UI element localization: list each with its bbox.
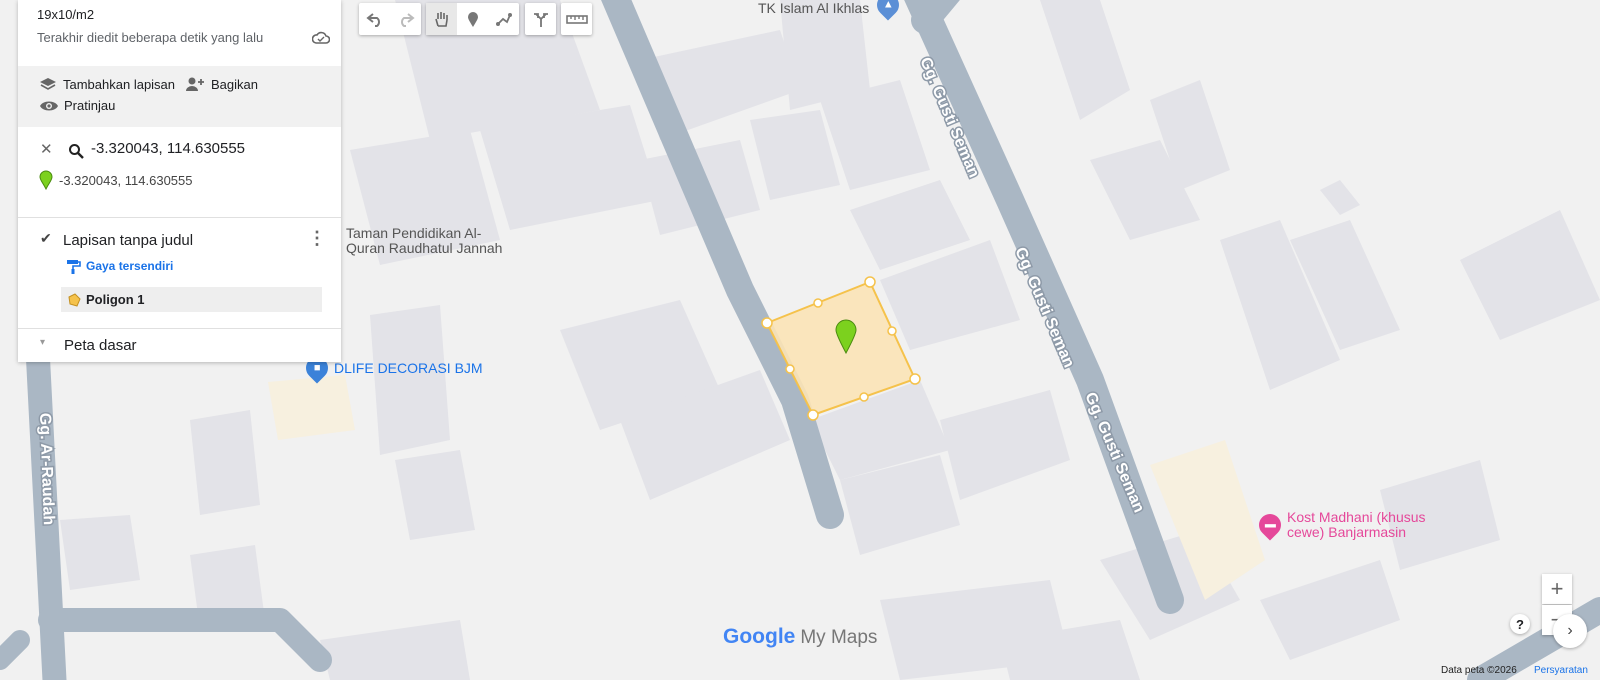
google-my-maps-logo: Google My Maps [723, 625, 877, 649]
redo-button[interactable] [390, 3, 421, 35]
measure-button[interactable] [561, 3, 592, 35]
search-section: ✕ -3.320043, 114.630555 -3.320043, 114.6… [18, 127, 341, 218]
route-icon [533, 13, 548, 27]
draw-line-button[interactable] [488, 3, 519, 35]
layer-title[interactable]: Lapisan tanpa judul [63, 232, 193, 249]
undo-button[interactable] [359, 3, 390, 35]
eye-icon [40, 101, 58, 110]
map-data-attribution: Data peta ©2026 [1441, 665, 1517, 676]
help-icon: ? [1516, 616, 1524, 632]
map-editor-panel: 19x10/m2 Terakhir diedit beberapa detik … [18, 0, 341, 362]
cloud-icon [312, 31, 330, 44]
close-icon: ✕ [40, 141, 53, 158]
close-search-button[interactable]: ✕ [40, 140, 53, 158]
measure-toolbar [561, 3, 592, 35]
redo-icon [400, 13, 415, 27]
history-toolbar [359, 3, 421, 35]
search-input[interactable]: -3.320043, 114.630555 [91, 140, 245, 157]
share-label: Bagikan [211, 76, 258, 92]
expand-icon: › [1567, 622, 1573, 639]
poi-label: Taman Pendidikan Al- [346, 225, 482, 241]
layer-item-polygon[interactable]: Poligon 1 [61, 287, 322, 312]
preview-button[interactable]: Pratinjau [39, 98, 115, 113]
search-icon [69, 144, 84, 159]
undo-icon [365, 13, 380, 27]
paint-roller-icon [67, 260, 81, 274]
chevron-down-icon: ▾ [40, 337, 46, 348]
map-header: 19x10/m2 Terakhir diedit beberapa detik … [18, 0, 341, 66]
layer-section: ✔ Lapisan tanpa judul ⋮ Gaya tersendiri … [18, 218, 341, 329]
add-layer-label: Tambahkan lapisan [63, 76, 176, 92]
poi-label: cewe) Banjarmasin [1287, 524, 1407, 540]
layer-style-label: Gaya tersendiri [86, 259, 174, 273]
map-actions: Tambahkan lapisan Bagikan Pratinjau [18, 66, 341, 127]
add-layer-button[interactable]: Tambahkan lapisan [39, 76, 175, 92]
poi-label: TK Islam Al Ikhlas [758, 0, 870, 16]
hand-icon [434, 12, 448, 27]
layer-item-label: Poligon 1 [86, 292, 145, 307]
line-icon [495, 13, 512, 26]
layer-style-button[interactable]: Gaya tersendiri [66, 258, 173, 274]
base-map-label: Peta dasar [64, 337, 137, 354]
checkbox-checked-icon: ✔ [40, 230, 52, 246]
preview-label: Pratinjau [64, 98, 116, 113]
lodging-icon: ▬ [1254, 509, 1286, 541]
layers-icon [40, 78, 56, 90]
share-button[interactable]: Bagikan [185, 76, 258, 92]
poi-kost-madhani[interactable]: ▬ Kost Madhani (khusus cewe) Banjarmasin [1254, 509, 1426, 541]
search-result-item[interactable]: -3.320043, 114.630555 [39, 170, 193, 190]
poi-label: Quran Raudhatul Jannah [346, 240, 503, 256]
poi-tk-islam[interactable]: TK Islam Al Ikhlas ▲ [758, 0, 904, 21]
select-tool-button[interactable] [426, 3, 457, 35]
base-map-section[interactable]: ▾ Peta dasar [18, 329, 341, 362]
search-result-label: -3.320043, 114.630555 [59, 172, 193, 188]
tools-toolbar [426, 3, 519, 35]
add-marker-button[interactable] [457, 3, 488, 35]
directions-toolbar [525, 3, 556, 35]
map-title[interactable]: 19x10/m2 [37, 7, 94, 22]
poi-taman-pendidikan[interactable]: Taman Pendidikan Al- Quran Raudhatul Jan… [323, 225, 503, 256]
google-wordmark: Google [723, 625, 796, 648]
layer-checkbox[interactable]: ✔ [40, 230, 52, 247]
poi-label: Kost Madhani (khusus [1287, 509, 1426, 525]
help-button[interactable]: ? [1510, 614, 1530, 634]
plus-icon: + [1550, 576, 1564, 601]
ruler-icon [565, 15, 588, 24]
add-directions-button[interactable] [525, 3, 556, 35]
expand-button[interactable]: › [1553, 614, 1587, 648]
layer-options-button[interactable]: ⋮ [308, 228, 326, 249]
marker-icon [39, 170, 53, 190]
terms-link[interactable]: Persyaratan [1534, 665, 1588, 676]
marker-icon [467, 12, 478, 27]
mymaps-wordmark: My Maps [800, 627, 878, 648]
polygon-icon [68, 293, 81, 307]
poi-label: DLIFE DECORASI BJM [334, 360, 483, 376]
add-person-icon [186, 77, 204, 91]
map-footer: Data peta ©2026 Persyaratan [0, 664, 1600, 680]
zoom-in-button[interactable]: + [1542, 574, 1572, 604]
kebab-menu-icon: ⋮ [308, 228, 326, 248]
last-edited-text: Terakhir diedit beberapa detik yang lalu [37, 30, 264, 45]
